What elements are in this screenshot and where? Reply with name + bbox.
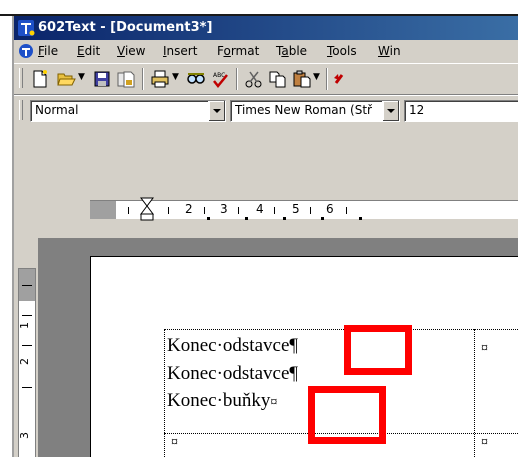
menu-file[interactable]: File xyxy=(38,44,58,58)
cut-icon[interactable] xyxy=(244,69,264,89)
style-combo[interactable]: Normal xyxy=(30,100,226,122)
open-folder-icon[interactable] xyxy=(56,69,76,89)
style-dropdown-button[interactable] xyxy=(208,101,225,121)
ruler-tick xyxy=(274,207,275,214)
size-combo[interactable]: 12 xyxy=(404,100,518,122)
window-title: 602Text - [Document3*] xyxy=(38,20,213,35)
ruler-tick xyxy=(22,315,32,316)
paste-dropdown-icon[interactable]: ▼ xyxy=(313,72,320,82)
ruler-tick xyxy=(310,207,311,214)
ruler-number: 2 xyxy=(18,358,31,365)
ruler-tick xyxy=(22,345,32,346)
cell-end-mark: ¤ xyxy=(481,341,488,356)
ruler-number: 3 xyxy=(220,202,228,216)
vertical-ruler-scale: 1 2 3 xyxy=(18,268,36,457)
toolbar-separator xyxy=(326,68,328,90)
table-border-left xyxy=(164,329,165,457)
document-page[interactable]: Konec·odstavce¶ Konec·odstavce¶ Konec·bu… xyxy=(90,256,518,457)
app-window: 602Text - [Document3*] File Edit View In… xyxy=(14,16,518,457)
ruler-number: 2 xyxy=(185,202,193,216)
menu-bar: File Edit View Insert Format Table Tools… xyxy=(14,40,518,62)
table-column-divider xyxy=(474,329,475,457)
tab-stop[interactable] xyxy=(283,217,286,220)
table-border-top xyxy=(164,329,518,330)
horizontal-ruler[interactable]: 2 3 4 5 6 xyxy=(90,197,518,221)
toolbar-grip[interactable] xyxy=(19,100,23,120)
open-dropdown-icon[interactable]: ▼ xyxy=(78,72,85,82)
ruler-number: 5 xyxy=(292,202,300,216)
ruler-tick xyxy=(22,387,32,388)
cell-end-mark: ¤ xyxy=(481,435,488,450)
ruler-tick xyxy=(22,285,32,286)
size-value: 12 xyxy=(409,103,425,117)
page-gutter xyxy=(38,238,90,457)
font-dropdown-button[interactable] xyxy=(382,101,399,121)
menu-window[interactable]: Win xyxy=(378,44,401,58)
tab-stop[interactable] xyxy=(207,217,210,220)
menu-insert[interactable]: Insert xyxy=(163,44,197,58)
vertical-ruler[interactable]: 1 2 3 xyxy=(14,238,38,457)
ruler-area: 2 3 4 5 6 xyxy=(14,126,518,238)
save-all-icon[interactable] xyxy=(116,69,136,89)
ruler-tick xyxy=(204,207,205,214)
ruler-tick xyxy=(128,207,129,214)
standard-toolbar: ▼ ▼ ABC ▼ xyxy=(14,63,518,95)
document-area: 1 2 3 Konec·odstavce¶ Konec·odstavce¶ Ko… xyxy=(14,238,518,457)
highlight-box-cell-mark xyxy=(308,386,386,444)
highlight-box-paragraph-mark xyxy=(344,325,412,375)
cell-end-mark: ¤ xyxy=(171,435,178,450)
tab-stop[interactable] xyxy=(359,217,362,220)
menu-table[interactable]: Table xyxy=(276,44,307,58)
menu-tools[interactable]: Tools xyxy=(327,44,357,58)
font-value: Times New Roman (Stř xyxy=(235,103,372,117)
print-dropdown-icon[interactable]: ▼ xyxy=(172,72,179,82)
ruler-tick xyxy=(168,207,169,214)
toolbar-grip[interactable] xyxy=(19,68,23,88)
screenshot-frame: 602Text - [Document3*] File Edit View In… xyxy=(0,0,518,457)
ruler-tick xyxy=(238,207,239,214)
app-icon[interactable] xyxy=(18,19,36,37)
copy-icon[interactable] xyxy=(268,69,288,89)
menu-format[interactable]: Format xyxy=(217,44,259,58)
ruler-number: 4 xyxy=(256,202,264,216)
new-document-icon[interactable] xyxy=(30,69,50,89)
undo-icon[interactable] xyxy=(332,69,352,89)
document-menu-icon[interactable] xyxy=(18,43,34,59)
style-value: Normal xyxy=(35,103,79,117)
print-icon[interactable] xyxy=(150,69,170,89)
save-icon[interactable] xyxy=(92,69,112,89)
ruler-margin xyxy=(90,201,116,219)
tab-stop[interactable] xyxy=(245,217,248,220)
spell-check-icon[interactable]: ABC xyxy=(210,69,230,89)
toolbar-separator xyxy=(142,68,144,90)
print-preview-icon[interactable] xyxy=(186,69,206,89)
top-margin xyxy=(0,0,518,14)
ruler-number: 6 xyxy=(326,202,334,216)
cell-line-2[interactable]: Konec·odstavce¶ xyxy=(167,363,298,385)
cell-line-1[interactable]: Konec·odstavce¶ xyxy=(167,335,298,357)
toolbar-separator xyxy=(236,68,238,90)
ruler-number: 3 xyxy=(18,432,31,439)
formatting-toolbar: Normal Times New Roman (Stř 12 xyxy=(14,95,518,127)
menu-edit[interactable]: Edit xyxy=(77,44,100,58)
ruler-number: 1 xyxy=(18,322,31,329)
title-bar: 602Text - [Document3*] xyxy=(14,16,518,40)
menu-view[interactable]: View xyxy=(117,44,145,58)
indent-marker-icon[interactable] xyxy=(140,197,154,221)
paste-icon[interactable] xyxy=(292,69,312,89)
font-combo[interactable]: Times New Roman (Stř xyxy=(230,100,400,122)
tab-stop[interactable] xyxy=(321,217,324,220)
ruler-tick xyxy=(346,207,347,214)
cell-line-3[interactable]: Konec·buňky¤ xyxy=(167,390,277,412)
